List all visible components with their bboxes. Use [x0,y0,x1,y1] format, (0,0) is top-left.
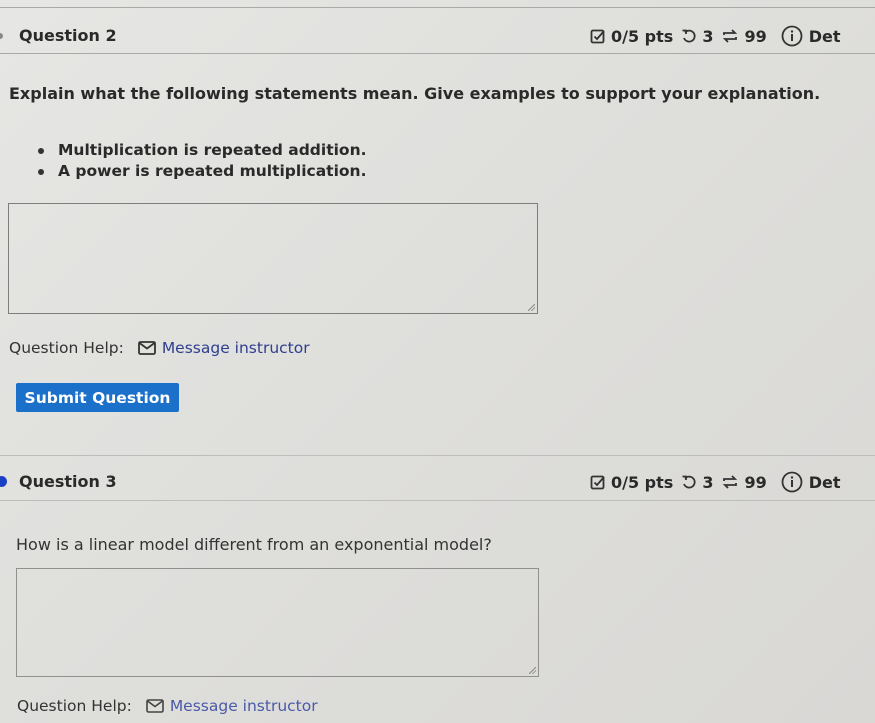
checkbox-icon [590,474,606,490]
question-title: Question 2 [19,26,117,45]
question-2-header: Question 2 0/5 pts 3 99 Det [0,21,875,51]
question-title: Question 3 [19,472,117,491]
message-instructor-label: Message instructor [169,697,318,715]
points-value: 0/5 pts [611,472,674,492]
submit-question-button[interactable]: Submit Question [16,383,179,412]
question-prompt: How is a linear model different from an … [16,535,492,554]
attempts-icon [721,474,739,490]
points-value: 0/5 pts [611,26,674,46]
question-meta: 0/5 pts 3 99 Det [590,25,841,47]
message-instructor-label: Message instructor [161,339,310,357]
info-icon[interactable] [781,25,803,47]
message-instructor-link[interactable]: Message instructor [146,697,318,715]
retry-icon [681,28,697,44]
statement-list: Multiplication is repeated addition. A p… [38,140,367,182]
status-dot [0,33,3,39]
question-prompt: Explain what the following statements me… [9,84,821,103]
help-label: Question Help: [17,697,132,715]
divider [0,7,875,8]
attempts-value: 99 [744,26,767,46]
attempts-value: 99 [744,472,767,492]
list-item: A power is repeated multiplication. [38,161,367,182]
retries-value: 3 [702,472,714,492]
divider [0,500,875,501]
info-icon[interactable] [781,471,803,493]
help-label: Question Help: [9,339,124,357]
details-link[interactable]: Det [809,27,841,46]
status-dot [0,476,7,487]
details-link[interactable]: Det [809,473,841,492]
retry-icon [681,474,697,490]
attempts-icon [721,28,739,44]
question-help: Question Help: Message instructor [9,339,310,357]
resize-handle[interactable] [529,667,536,674]
answer-textarea[interactable] [8,203,538,314]
envelope-icon [137,341,156,355]
question-help: Question Help: Message instructor [17,697,318,715]
retries-value: 3 [702,26,714,46]
divider [0,53,875,54]
question-3-header: Question 3 0/5 pts 3 99 Det [0,467,875,497]
resize-handle[interactable] [528,304,535,311]
checkbox-icon [590,28,606,44]
list-item: Multiplication is repeated addition. [38,140,367,161]
message-instructor-link[interactable]: Message instructor [137,339,310,357]
envelope-icon [146,699,164,713]
question-meta: 0/5 pts 3 99 Det [590,471,841,493]
divider [0,455,875,456]
answer-textarea[interactable] [16,568,539,677]
